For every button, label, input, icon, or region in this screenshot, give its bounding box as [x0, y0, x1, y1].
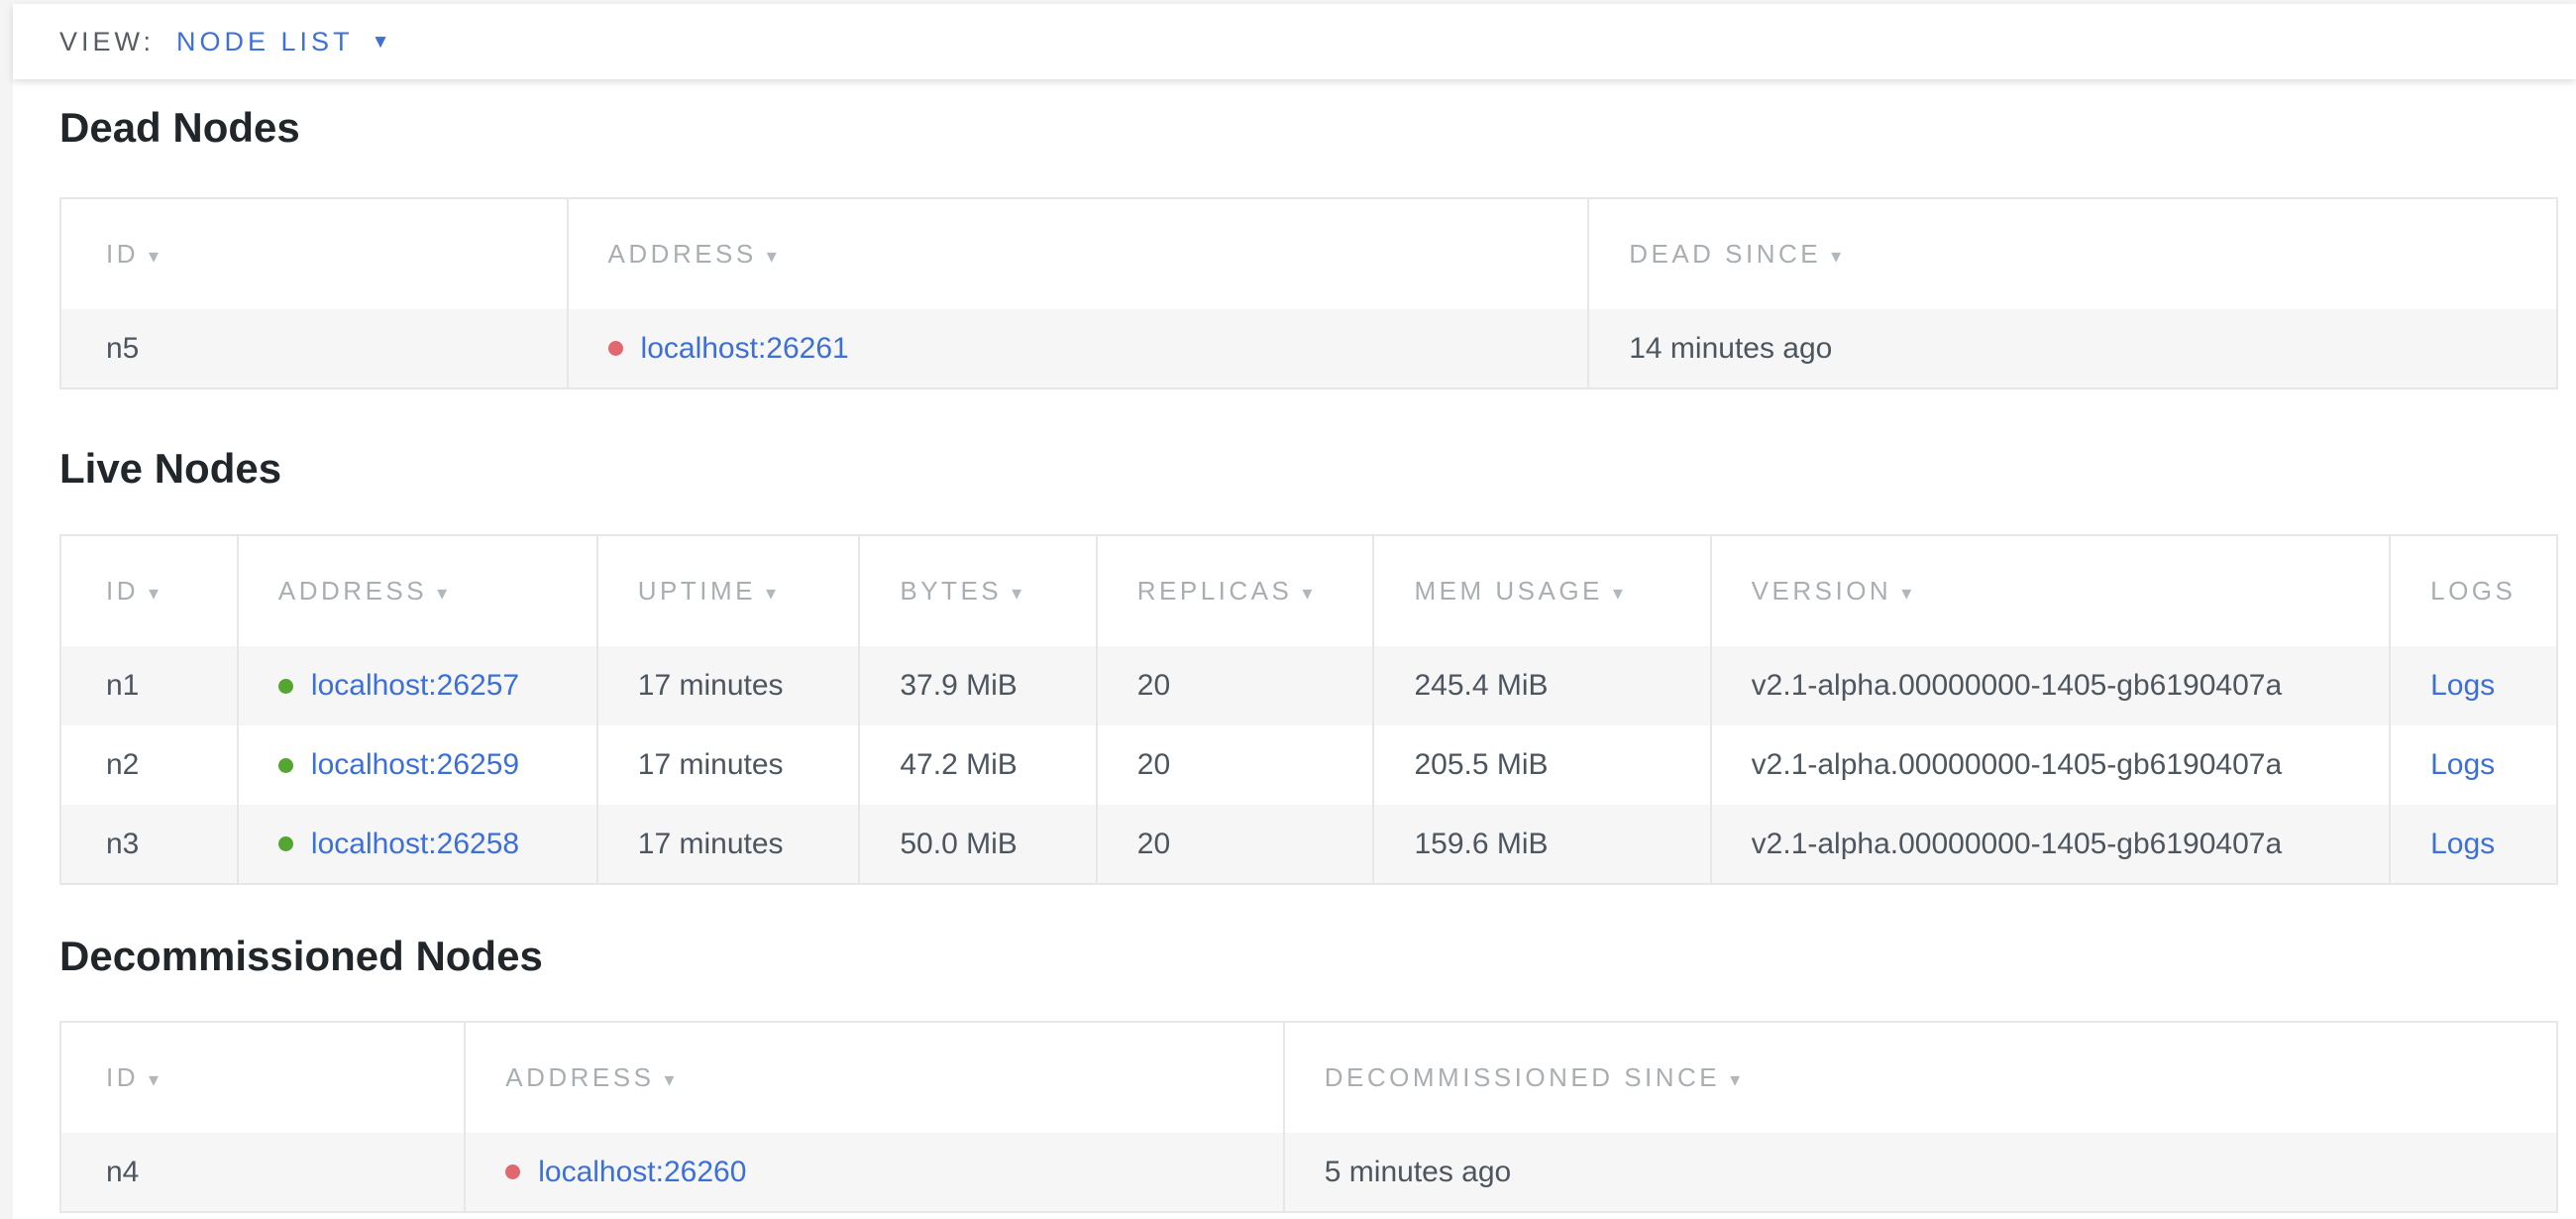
sort-arrow-icon: ▾ [149, 1069, 162, 1091]
node-address-cell: localhost:26257 [238, 646, 597, 725]
live-status-dot-icon [278, 679, 293, 694]
node-address-link[interactable]: localhost:26257 [311, 669, 519, 703]
logs-link[interactable]: Logs [2430, 669, 2495, 702]
decommissioned-status-dot-icon [505, 1164, 520, 1179]
sort-arrow-icon: ▾ [149, 583, 162, 605]
uptime-cell: 17 minutes [597, 805, 860, 884]
sort-arrow-icon: ▾ [1831, 246, 1845, 268]
decommissioned-since-cell: 5 minutes ago [1284, 1133, 2557, 1212]
sort-arrow-icon: ▾ [664, 1069, 678, 1091]
column-header-uptime[interactable]: UPTIME▾ [597, 535, 860, 646]
column-header-address[interactable]: ADDRESS▾ [238, 535, 597, 646]
node-address-link[interactable]: localhost:26259 [311, 748, 519, 782]
uptime-cell: 17 minutes [597, 646, 860, 725]
table-row: n4 localhost:26260 5 minutes ago [60, 1133, 2557, 1212]
sort-arrow-icon: ▾ [1901, 583, 1915, 605]
node-address-link[interactable]: localhost:26258 [311, 828, 519, 861]
column-header-replicas[interactable]: REPLICAS▾ [1097, 535, 1374, 646]
dead-nodes-heading: Dead Nodes [59, 104, 2558, 152]
sort-arrow-icon: ▾ [1012, 583, 1025, 605]
node-id-cell: n4 [60, 1133, 465, 1212]
node-address-link[interactable]: localhost:26260 [538, 1156, 746, 1189]
column-header-mem-usage[interactable]: MEM USAGE▾ [1373, 535, 1710, 646]
node-address-cell: localhost:26259 [238, 725, 597, 805]
replicas-cell: 20 [1097, 725, 1374, 805]
node-id-cell: n5 [60, 309, 568, 388]
uptime-cell: 17 minutes [597, 725, 860, 805]
logs-link[interactable]: Logs [2430, 748, 2495, 781]
live-status-dot-icon [278, 758, 293, 773]
logs-cell: Logs [2390, 725, 2557, 805]
column-header-id[interactable]: ID▾ [60, 535, 238, 646]
sort-arrow-icon: ▾ [437, 583, 451, 605]
logs-link[interactable]: Logs [2430, 828, 2495, 860]
node-id-cell: n1 [60, 646, 238, 725]
column-header-address[interactable]: ADDRESS▾ [568, 198, 1589, 309]
dead-nodes-table: ID▾ ADDRESS▾ DEAD SINCE▾ n5 [59, 197, 2558, 389]
page-content: Dead Nodes ID▾ ADDRESS▾ DEAD SINCE▾ [13, 104, 2576, 1213]
view-dropdown-value: NODE LIST [176, 27, 354, 57]
sort-arrow-icon: ▾ [767, 246, 781, 268]
live-nodes-heading: Live Nodes [59, 445, 2558, 493]
column-header-dead-since[interactable]: DEAD SINCE▾ [1588, 198, 2557, 309]
logs-cell: Logs [2390, 646, 2557, 725]
version-cell: v2.1-alpha.00000000-1405-gb6190407a [1711, 805, 2390, 884]
column-header-address[interactable]: ADDRESS▾ [465, 1022, 1284, 1133]
main-window: VIEW: NODE LIST ▼ Dead Nodes ID▾ ADDRESS… [13, 4, 2576, 1219]
column-header-id[interactable]: ID▾ [60, 198, 568, 309]
view-label: VIEW: [59, 27, 155, 57]
column-header-decommissioned-since[interactable]: DECOMMISSIONED SINCE▾ [1284, 1022, 2557, 1133]
logs-cell: Logs [2390, 805, 2557, 884]
table-row: n3 localhost:26258 17 minutes 50.0 MiB 2… [60, 805, 2557, 884]
view-toolbar: VIEW: NODE LIST ▼ [13, 4, 2576, 79]
bytes-cell: 37.9 MiB [859, 646, 1096, 725]
sort-arrow-icon: ▾ [1302, 583, 1316, 605]
column-header-logs: LOGS [2390, 535, 2557, 646]
table-row: n2 localhost:26259 17 minutes 47.2 MiB 2… [60, 725, 2557, 805]
live-nodes-table: ID▾ ADDRESS▾ UPTIME▾ BYTES▾ REPLICAS▾ [59, 534, 2558, 885]
sort-arrow-icon: ▾ [766, 583, 780, 605]
version-cell: v2.1-alpha.00000000-1405-gb6190407a [1711, 725, 2390, 805]
live-status-dot-icon [278, 836, 293, 851]
sort-arrow-icon: ▾ [1613, 583, 1627, 605]
decommissioned-nodes-table: ID▾ ADDRESS▾ DECOMMISSIONED SINCE▾ n4 [59, 1021, 2558, 1213]
table-row: n1 localhost:26257 17 minutes 37.9 MiB 2… [60, 646, 2557, 725]
mem-usage-cell: 205.5 MiB [1373, 725, 1710, 805]
table-header-row: ID▾ ADDRESS▾ DEAD SINCE▾ [60, 198, 2557, 309]
replicas-cell: 20 [1097, 805, 1374, 884]
column-header-id[interactable]: ID▾ [60, 1022, 465, 1133]
view-dropdown[interactable]: NODE LIST ▼ [176, 27, 389, 57]
chevron-down-icon: ▼ [372, 33, 390, 52]
column-header-bytes[interactable]: BYTES▾ [859, 535, 1096, 646]
dead-status-dot-icon [608, 341, 623, 356]
node-id-cell: n2 [60, 725, 238, 805]
node-address-link[interactable]: localhost:26261 [641, 332, 849, 366]
sort-arrow-icon: ▾ [149, 246, 162, 268]
dead-since-cell: 14 minutes ago [1588, 309, 2557, 388]
node-address-cell: localhost:26260 [465, 1133, 1284, 1212]
table-header-row: ID▾ ADDRESS▾ DECOMMISSIONED SINCE▾ [60, 1022, 2557, 1133]
column-header-version[interactable]: VERSION▾ [1711, 535, 2390, 646]
bytes-cell: 47.2 MiB [859, 725, 1096, 805]
bytes-cell: 50.0 MiB [859, 805, 1096, 884]
mem-usage-cell: 159.6 MiB [1373, 805, 1710, 884]
node-id-cell: n3 [60, 805, 238, 884]
table-header-row: ID▾ ADDRESS▾ UPTIME▾ BYTES▾ REPLICAS▾ [60, 535, 2557, 646]
node-address-cell: localhost:26261 [568, 309, 1589, 388]
replicas-cell: 20 [1097, 646, 1374, 725]
table-row: n5 localhost:26261 14 minutes ago [60, 309, 2557, 388]
mem-usage-cell: 245.4 MiB [1373, 646, 1710, 725]
version-cell: v2.1-alpha.00000000-1405-gb6190407a [1711, 646, 2390, 725]
sort-arrow-icon: ▾ [1730, 1069, 1744, 1091]
decommissioned-nodes-heading: Decommissioned Nodes [59, 933, 2558, 980]
node-address-cell: localhost:26258 [238, 805, 597, 884]
